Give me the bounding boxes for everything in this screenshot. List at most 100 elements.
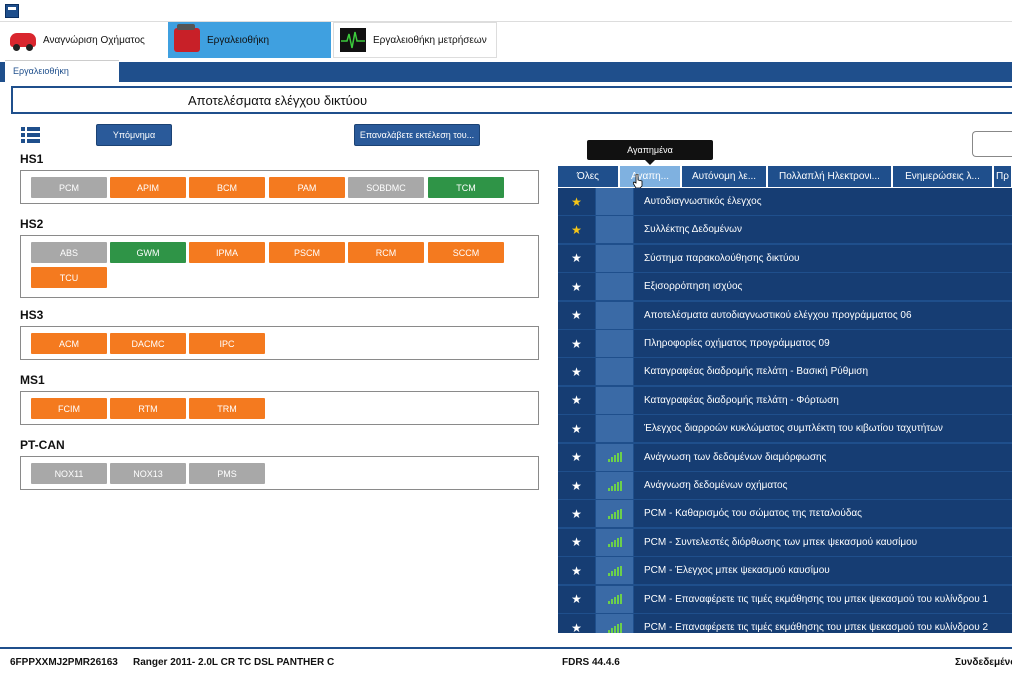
- module-tcu[interactable]: TCU: [31, 267, 107, 288]
- tab-all[interactable]: Όλες: [558, 166, 619, 187]
- favorite-toggle[interactable]: ★: [558, 386, 595, 414]
- module-bcm[interactable]: BCM: [189, 177, 265, 198]
- star-icon: ★: [571, 279, 582, 294]
- star-icon: ★: [571, 450, 582, 465]
- module-gwm[interactable]: GWM: [110, 242, 186, 263]
- favorite-toggle[interactable]: ★: [558, 557, 595, 585]
- tool-row[interactable]: ★ Αποτελέσματα αυτοδιαγνωστικού ελέγχου π…: [558, 301, 1012, 330]
- rerun-button[interactable]: Επαναλάβετε εκτέλεση του...: [354, 124, 480, 146]
- module-rtm[interactable]: RTM: [110, 398, 186, 419]
- module-apim[interactable]: APIM: [110, 177, 186, 198]
- search-input[interactable]: [972, 131, 1012, 157]
- main-toolbar: Αναγνώριση Οχήματος Εργαλειοθήκη Εργαλει…: [0, 22, 1012, 58]
- group-label-pt-can: PT-CAN: [20, 438, 65, 452]
- tool-name: Συλλέκτης Δεδομένων: [634, 216, 1012, 244]
- signal-cell: [596, 500, 633, 528]
- favorite-toggle[interactable]: ★: [558, 244, 595, 272]
- tool-name: Αυτοδιαγνωστικός έλεγχος: [634, 188, 1012, 215]
- tab-vehicle-identification[interactable]: Αναγνώριση Οχήματος: [4, 22, 164, 58]
- tool-row[interactable]: ★ Έλεγχος διαρροών κυκλώματος συμπλέκτη τ…: [558, 415, 1012, 443]
- tab-measurement-toolbox[interactable]: Εργαλειοθήκη μετρήσεων: [333, 22, 497, 58]
- tool-row[interactable]: ★ Καταγραφέας διαδρομής πελάτη - Φόρτωση: [558, 386, 1012, 415]
- signal-cell: [596, 585, 633, 613]
- tool-name: Καταγραφέας διαδρομής πελάτη - Φόρτωση: [634, 386, 1012, 414]
- favorite-toggle[interactable]: ★: [558, 528, 595, 556]
- favorite-toggle[interactable]: ★: [558, 443, 595, 471]
- list-view-icon[interactable]: [21, 127, 40, 143]
- module-sobdmc[interactable]: SOBDMC: [348, 177, 424, 198]
- favorite-toggle[interactable]: ★: [558, 301, 595, 329]
- tool-row[interactable]: ★ Καταγραφέας διαδρομής πελάτη - Βασική Ρ…: [558, 358, 1012, 386]
- module-acm[interactable]: ACM: [31, 333, 107, 354]
- tool-name: PCM - Καθαρισμός του σώματος της πεταλού…: [634, 500, 1012, 528]
- signal-icon: [607, 537, 622, 548]
- signal-icon: [607, 508, 622, 519]
- tab-multi-electronic[interactable]: Πολλαπλή Ηλεκτρονι...: [768, 166, 892, 187]
- favorite-toggle[interactable]: ★: [558, 273, 595, 301]
- status-bar: 6FPPXXMJ2PMR26163 Ranger 2011- 2.0L CR T…: [0, 647, 1012, 675]
- favorite-toggle[interactable]: ★: [558, 614, 595, 633]
- oscilloscope-icon: [340, 28, 366, 52]
- tool-name: PCM - Έλεγχος μπεκ ψεκασμού καυσίμου: [634, 557, 1012, 585]
- module-ipma[interactable]: IPMA: [189, 242, 265, 263]
- module-tcm[interactable]: TCM: [428, 177, 504, 198]
- group-box-pt-can: NOX11 NOX13 PMS: [20, 456, 539, 490]
- legend-button[interactable]: Υπόμνημα: [96, 124, 172, 146]
- signal-cell: [596, 330, 633, 357]
- tool-row[interactable]: ★ Ανάγνωση δεδομένων οχήματος: [558, 472, 1012, 500]
- favorite-toggle[interactable]: ★: [558, 500, 595, 528]
- star-icon: ★: [571, 393, 582, 408]
- group-box-hs2: ABS GWM IPMA PSCM RCM SCCM TCU: [20, 235, 539, 298]
- favorite-toggle[interactable]: ★: [558, 330, 595, 357]
- tool-row[interactable]: ★ Πληροφορίες οχήματος προγράμματος 09: [558, 330, 1012, 358]
- module-dacmc[interactable]: DACMC: [110, 333, 186, 354]
- tool-row[interactable]: ★ Συλλέκτης Δεδομένων: [558, 216, 1012, 244]
- favorite-toggle[interactable]: ★: [558, 472, 595, 499]
- tool-row[interactable]: ★ PCM - Επαναφέρετε τις τιμές εκμάθησης τ…: [558, 614, 1012, 633]
- tab-updates[interactable]: Ενημερώσεις λ...: [893, 166, 993, 187]
- tool-row[interactable]: ★ Ανάγνωση των δεδομένων διαμόρφωσης: [558, 443, 1012, 472]
- tool-row[interactable]: ★ PCM - Επαναφέρετε τις τιμές εκμάθησης τ…: [558, 585, 1012, 614]
- module-rcm[interactable]: RCM: [348, 242, 424, 263]
- favorite-toggle[interactable]: ★: [558, 585, 595, 613]
- module-pcm[interactable]: PCM: [31, 177, 107, 198]
- module-pscm[interactable]: PSCM: [269, 242, 345, 263]
- group-label-ms1: MS1: [20, 373, 45, 387]
- tab-toolbox[interactable]: Εργαλειοθήκη: [168, 22, 331, 58]
- star-icon: ★: [571, 222, 582, 237]
- signal-cell: [596, 415, 633, 443]
- filter-tabs: Όλες Αγαπη... Αυτόνομη λε... Πολλαπλή Ηλ…: [558, 166, 1012, 187]
- module-abs[interactable]: ABS: [31, 242, 107, 263]
- module-ipc[interactable]: IPC: [189, 333, 265, 354]
- tab-favorites[interactable]: Αγαπη...: [620, 166, 681, 187]
- tab-label: Εργαλειοθήκη: [207, 34, 270, 46]
- module-fcim[interactable]: FCIM: [31, 398, 107, 419]
- module-nox11[interactable]: NOX11: [31, 463, 107, 484]
- subtab-toolbox[interactable]: Εργαλειοθήκη: [5, 60, 119, 82]
- favorite-toggle[interactable]: ★: [558, 415, 595, 443]
- tab-label: Αναγνώριση Οχήματος: [43, 34, 145, 46]
- module-sccm[interactable]: SCCM: [428, 242, 504, 263]
- favorites-tooltip: Αγαπημένα: [587, 140, 713, 165]
- module-nox13[interactable]: NOX13: [110, 463, 186, 484]
- group-box-hs1: PCM APIM BCM PAM SOBDMC TCM: [20, 170, 539, 204]
- favorite-toggle[interactable]: ★: [558, 216, 595, 244]
- tool-row[interactable]: ★ PCM - Καθαρισμός του σώματος της πεταλο…: [558, 500, 1012, 528]
- tool-row[interactable]: ★ PCM - Έλεγχος μπεκ ψεκασμού καυσίμου: [558, 557, 1012, 585]
- tab-standalone[interactable]: Αυτόνομη λε...: [682, 166, 767, 187]
- page-title: Αποτελέσματα ελέγχου δικτύου: [11, 86, 1012, 114]
- vehicle-label: Ranger 2011- 2.0L CR TC DSL PANTHER C: [133, 657, 335, 668]
- module-pms[interactable]: PMS: [189, 463, 265, 484]
- tool-row[interactable]: ★ Εξισορρόπηση ισχύος: [558, 273, 1012, 301]
- tool-row[interactable]: ★ PCM - Συντελεστές διόρθωσης των μπεκ ψε…: [558, 528, 1012, 557]
- module-pam[interactable]: PAM: [269, 177, 345, 198]
- tool-row[interactable]: ★ Αυτοδιαγνωστικός έλεγχος: [558, 188, 1012, 216]
- favorite-toggle[interactable]: ★: [558, 358, 595, 386]
- tool-row[interactable]: ★ Σύστημα παρακολούθησης δικτύου: [558, 244, 1012, 273]
- tab-more[interactable]: Πρ: [994, 166, 1012, 187]
- signal-cell: [596, 557, 633, 585]
- star-icon: ★: [571, 506, 582, 521]
- tool-name: PCM - Επαναφέρετε τις τιμές εκμάθησης το…: [634, 614, 1012, 633]
- favorite-toggle[interactable]: ★: [558, 188, 595, 215]
- module-trm[interactable]: TRM: [189, 398, 265, 419]
